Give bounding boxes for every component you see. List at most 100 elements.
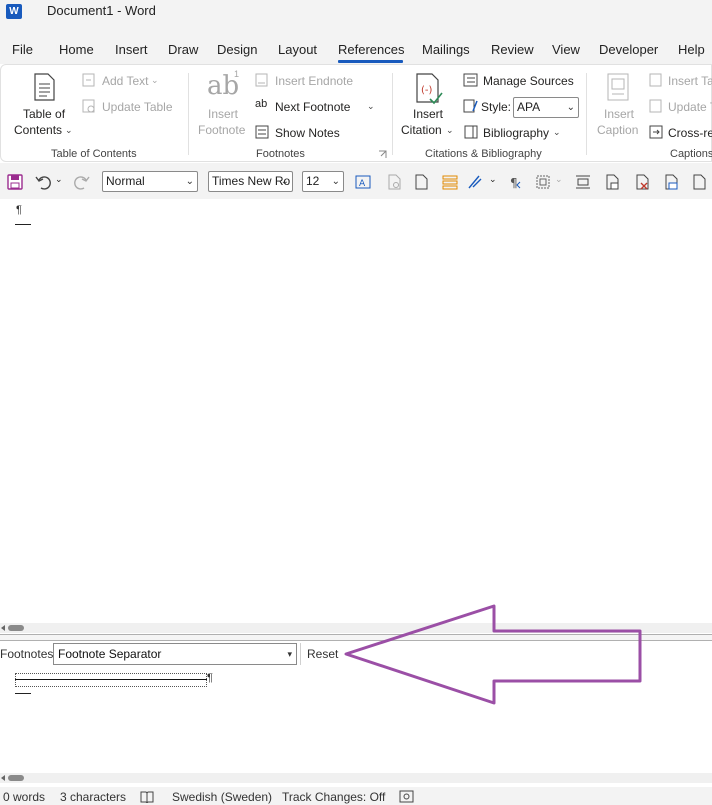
- group-label-toc: Table of Contents: [51, 148, 137, 160]
- svg-text:(-): (-): [421, 85, 433, 96]
- tab-mailings[interactable]: Mailings: [422, 42, 470, 57]
- font-size-value: 12: [306, 174, 320, 188]
- svg-text:A: A: [359, 179, 366, 189]
- tab-file[interactable]: File: [12, 42, 33, 57]
- dialog-launcher-icon[interactable]: [378, 150, 387, 159]
- tab-review[interactable]: Review: [491, 42, 534, 57]
- group-separator: [392, 73, 393, 155]
- active-tab-indicator: [338, 60, 403, 63]
- insert-table-of-figures-button[interactable]: Insert Ta: [668, 74, 712, 88]
- document-page[interactable]: ¶: [0, 199, 712, 623]
- footnote-view-select[interactable]: Footnote Separator ▾: [53, 643, 297, 665]
- horizontal-scrollbar[interactable]: [0, 623, 712, 633]
- align-icon[interactable]: [442, 174, 458, 190]
- tab-draw[interactable]: Draw: [168, 42, 198, 57]
- save-icon[interactable]: [7, 174, 23, 190]
- insert-citation-label1[interactable]: Insert: [413, 107, 443, 121]
- tab-references[interactable]: References: [338, 42, 404, 57]
- style-icon: [463, 99, 478, 113]
- chevron-down-icon[interactable]: ⌄: [489, 174, 497, 185]
- style-value: Normal: [106, 174, 145, 188]
- chevron-down-icon: ⌄: [555, 174, 563, 184]
- chevron-down-icon[interactable]: ⌄: [367, 101, 375, 112]
- update-table-button[interactable]: Update Table: [102, 100, 173, 114]
- insert-caption-label2[interactable]: Caption: [597, 123, 638, 137]
- undo-icon[interactable]: [35, 174, 51, 190]
- select-objects-icon[interactable]: [535, 174, 551, 190]
- word-app-icon: W: [6, 4, 22, 19]
- show-formatting-icon[interactable]: ¶: [509, 174, 525, 190]
- insert-citation-label2[interactable]: Citation: [401, 123, 442, 137]
- chevron-down-icon: ⌄: [151, 75, 159, 85]
- next-footnote-button[interactable]: Next Footnote: [275, 100, 350, 114]
- tab-insert[interactable]: Insert: [115, 42, 148, 57]
- toc-button-label1[interactable]: Table of: [23, 107, 65, 121]
- quick-access-toolbar: ⌄ Normal ⌄ Times New Ro ⌄ 12 ⌄ A ⌄ ¶ ⌄: [0, 163, 712, 199]
- manage-sources-button[interactable]: Manage Sources: [483, 74, 574, 88]
- chevron-down-icon[interactable]: ⌄: [446, 125, 454, 136]
- insert-endnote-icon: [255, 73, 268, 87]
- tab-layout[interactable]: Layout: [278, 42, 317, 57]
- insert-footnote-label1[interactable]: Insert: [208, 107, 238, 121]
- add-text-button[interactable]: Add Text: [102, 74, 148, 88]
- insert-footnote-label2[interactable]: Footnote: [198, 123, 245, 137]
- print-preview-icon[interactable]: [604, 174, 620, 190]
- tab-design[interactable]: Design: [217, 42, 257, 57]
- footnote-separator-selection[interactable]: [15, 673, 207, 687]
- show-notes-button[interactable]: Show Notes: [275, 126, 340, 140]
- tab-home[interactable]: Home: [59, 42, 94, 57]
- new-document-icon[interactable]: [413, 174, 429, 190]
- redo-icon[interactable]: [74, 174, 90, 190]
- scrollbar-thumb[interactable]: [8, 625, 24, 631]
- citation-style-select[interactable]: APA ⌄: [513, 97, 579, 118]
- delete-page-icon[interactable]: [634, 174, 650, 190]
- ribbon-references: Table of Contents ⌄ Add Text ⌄ Update Ta…: [0, 64, 712, 162]
- tab-developer[interactable]: Developer: [599, 42, 658, 57]
- scroll-left-icon[interactable]: [1, 625, 5, 631]
- reset-button[interactable]: Reset: [300, 643, 340, 665]
- update-table-of-figures-icon: [649, 99, 662, 113]
- group-separator: [188, 73, 189, 155]
- chevron-down-icon[interactable]: ⌄: [553, 127, 561, 138]
- toc-button-label2[interactable]: Contents: [14, 123, 62, 137]
- insert-caption-label1[interactable]: Insert: [604, 107, 634, 121]
- layout-options-icon[interactable]: [575, 174, 591, 190]
- character-count[interactable]: 3 characters: [60, 790, 126, 804]
- accessibility-icon[interactable]: [399, 790, 414, 803]
- status-bar: 0 words 3 characters Swedish (Sweden) Tr…: [0, 787, 712, 805]
- chevron-down-icon[interactable]: ⌄: [55, 174, 63, 185]
- proofing-book-icon[interactable]: [140, 790, 154, 803]
- insert-endnote-button[interactable]: Insert Endnote: [275, 74, 353, 88]
- language-indicator[interactable]: Swedish (Sweden): [172, 790, 272, 804]
- cross-reference-button[interactable]: Cross-re: [668, 126, 712, 140]
- bibliography-button[interactable]: Bibliography: [483, 126, 549, 140]
- chevron-down-icon[interactable]: ⌄: [65, 125, 73, 136]
- chevron-down-icon: ⌄: [185, 176, 194, 187]
- manage-sources-icon: [463, 73, 478, 87]
- update-table-icon: [82, 99, 95, 113]
- chevron-down-icon: ▾: [287, 649, 292, 659]
- text-box-icon[interactable]: A: [355, 174, 371, 190]
- font-size-select[interactable]: 12 ⌄: [302, 171, 344, 192]
- paragraph-mark: ¶: [16, 204, 22, 216]
- word-count[interactable]: 0 words: [3, 790, 45, 804]
- title-bar: W Document1 - Word: [0, 0, 712, 34]
- svg-text:¶: ¶: [510, 176, 518, 190]
- font-value: Times New Ro: [212, 174, 291, 188]
- track-changes-status[interactable]: Track Changes: Off: [282, 790, 385, 804]
- split-pane-divider[interactable]: [0, 634, 712, 641]
- footnote-horizontal-scrollbar[interactable]: [0, 773, 712, 783]
- email-icon[interactable]: [663, 174, 679, 190]
- more-commands-icon[interactable]: [691, 174, 707, 190]
- tab-view[interactable]: View: [552, 42, 580, 57]
- pen-icon[interactable]: [467, 174, 483, 190]
- style-select[interactable]: Normal ⌄: [102, 171, 198, 192]
- style-label: Style:: [481, 100, 512, 114]
- tab-help[interactable]: Help: [678, 42, 705, 57]
- scroll-left-icon[interactable]: [1, 775, 5, 781]
- cross-reference-icon: [649, 125, 663, 139]
- document-settings-icon[interactable]: [386, 174, 402, 190]
- update-table-of-figures-button[interactable]: Update T: [668, 100, 712, 114]
- scrollbar-thumb[interactable]: [8, 775, 24, 781]
- font-select[interactable]: Times New Ro ⌄: [208, 171, 293, 192]
